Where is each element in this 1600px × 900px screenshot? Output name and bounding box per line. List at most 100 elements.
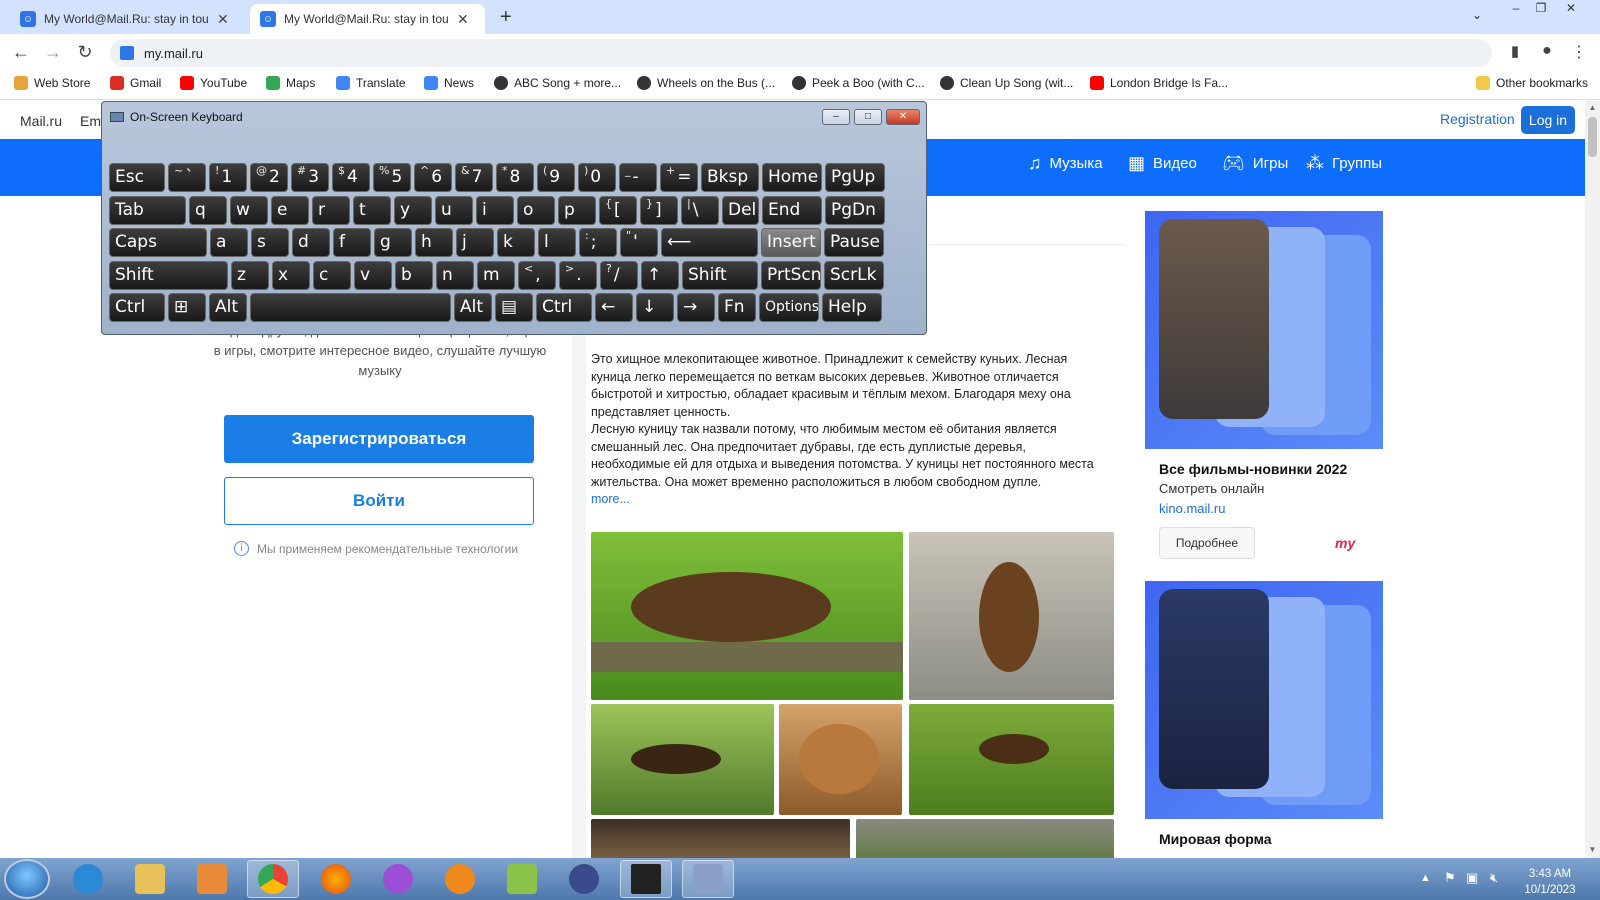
chart-app-icon[interactable] <box>496 860 548 898</box>
osk-key-ctrl[interactable]: Ctrl <box>536 293 592 322</box>
osk-key-f[interactable]: f <box>333 228 371 257</box>
infinity-app-icon[interactable] <box>558 860 610 898</box>
osk-key-x[interactable]: x <box>272 260 310 290</box>
ad-more-button[interactable]: Подробнее <box>1159 527 1255 559</box>
osk-key-5[interactable]: % 5 <box>373 163 411 192</box>
osk-taskbar-icon[interactable] <box>682 860 734 898</box>
marten-photo[interactable] <box>856 819 1114 858</box>
osk-key-n[interactable]: n <box>436 260 474 290</box>
nav-groups[interactable]: ⁂ Группы <box>1306 153 1382 174</box>
osk-key-end[interactable]: End <box>762 195 822 225</box>
osk-key-ctrl[interactable]: Ctrl <box>109 293 165 322</box>
osk-titlebar[interactable]: On-Screen Keyboard <box>110 110 243 124</box>
nav-music[interactable]: ♫ Музыка <box>1028 153 1103 174</box>
info-icon[interactable]: i <box>234 541 249 556</box>
marten-photo[interactable] <box>909 704 1114 815</box>
osk-key-a[interactable]: a <box>210 228 248 257</box>
osk-minimize-icon[interactable]: – <box>822 109 850 125</box>
restore-icon[interactable]: ❐ <box>1530 0 1552 18</box>
osk-key--[interactable]: }] <box>640 195 678 225</box>
file-explorer-icon[interactable] <box>124 860 176 898</box>
osk-key-options[interactable]: Options <box>759 293 819 322</box>
osk-key-pause[interactable]: Pause <box>824 228 884 257</box>
osk-key-q[interactable]: q <box>189 195 227 225</box>
close-tab-icon[interactable]: ✕ <box>217 11 229 28</box>
marten-photo[interactable] <box>909 532 1114 700</box>
masked-app-icon[interactable] <box>372 860 424 898</box>
firefox-icon[interactable] <box>310 860 362 898</box>
osk-key-alt[interactable]: Alt <box>209 293 247 322</box>
osk-key-w[interactable]: w <box>230 195 268 225</box>
osk-key--[interactable]: :; <box>579 228 617 257</box>
registration-link[interactable]: Registration <box>1440 111 1515 127</box>
ad-link[interactable]: kino.mail.ru <box>1159 501 1225 516</box>
login-button[interactable]: Log in <box>1521 106 1575 134</box>
chrome-icon[interactable] <box>247 860 299 898</box>
profile-avatar-icon[interactable]: ● <box>1536 42 1558 60</box>
osk-key-l[interactable]: l <box>538 228 576 257</box>
bookmark-clean-up[interactable]: Clean Up Song (wit... <box>940 76 1073 90</box>
bookmark-translate[interactable]: Translate <box>336 76 406 90</box>
nav-mailru[interactable]: Mail.ru <box>20 113 62 129</box>
chevron-down-icon[interactable]: ⌄ <box>1472 8 1482 22</box>
ad-title[interactable]: Все фильмы-новинки 2022 <box>1159 461 1347 477</box>
osk-key-r[interactable]: r <box>312 195 350 225</box>
osk-key-help[interactable]: Help <box>822 293 882 322</box>
osk-key-o[interactable]: o <box>517 195 555 225</box>
osk-key-u[interactable]: u <box>435 195 473 225</box>
osk-key--[interactable]: ↓ <box>636 293 674 322</box>
bookmark-london-bridge[interactable]: London Bridge Is Fa... <box>1090 76 1228 90</box>
browser-tab-active[interactable]: ☺ My World@Mail.Ru: stay in touch ✕ <box>250 4 485 34</box>
osk-key-caps[interactable]: Caps <box>109 228 207 257</box>
register-button[interactable]: Зарегистрироваться <box>224 415 534 463</box>
action-center-flag-icon[interactable]: ⚑ <box>1444 870 1456 886</box>
media-player-icon[interactable] <box>186 860 238 898</box>
bookmark-peek-a-boo[interactable]: Peek a Boo (with C... <box>792 76 925 90</box>
menu-kebab-icon[interactable]: ⋮ <box>1568 42 1590 62</box>
bookmark-gmail[interactable]: Gmail <box>110 76 161 90</box>
signin-button[interactable]: Войти <box>224 477 534 525</box>
osk-key-0[interactable]: ) 0 <box>578 163 616 192</box>
osk-key-alt[interactable]: Alt <box>454 293 492 322</box>
start-button-icon[interactable] <box>4 859 50 899</box>
osk-key--[interactable]: >. <box>559 260 597 290</box>
osk-key--[interactable]: ⟵ <box>661 228 758 257</box>
osk-key-fn[interactable]: Fn <box>718 293 756 322</box>
osk-key-h[interactable]: h <box>415 228 453 257</box>
osk-key-s[interactable]: s <box>251 228 289 257</box>
osk-key-esc[interactable]: Esc <box>109 163 165 192</box>
bookmark-youtube[interactable]: YouTube <box>180 76 247 90</box>
site-info-icon[interactable] <box>120 46 134 60</box>
bookmark-maps[interactable]: Maps <box>266 76 315 90</box>
osk-key-z[interactable]: z <box>231 260 269 290</box>
url-text[interactable]: my.mail.ru <box>144 46 203 61</box>
other-bookmarks[interactable]: Other bookmarks <box>1476 76 1588 90</box>
osk-key-m[interactable]: m <box>477 260 515 290</box>
bookmark-abc-song[interactable]: ABC Song + more... <box>494 76 621 90</box>
close-tab-icon[interactable]: ✕ <box>457 11 469 28</box>
volume-muted-icon[interactable]: 🔇︎ <box>1490 870 1498 886</box>
osk-key--[interactable]: ↑ <box>641 260 679 290</box>
side-panel-icon[interactable]: ▮ <box>1504 42 1526 60</box>
osk-key-shift[interactable]: Shift <box>682 260 758 290</box>
nav-games[interactable]: 🎮︎ Игры <box>1222 153 1288 174</box>
ad-card[interactable]: Все фильмы-новинки 2022 Смотреть онлайн … <box>1145 211 1383 563</box>
ad-card[interactable]: Мировая форма <box>1145 581 1383 858</box>
ad-image[interactable] <box>1145 211 1383 449</box>
osk-key-8[interactable]: * 8 <box>496 163 534 192</box>
osk-key-p[interactable]: p <box>558 195 596 225</box>
osk-key-2[interactable]: @2 <box>250 163 288 192</box>
osk-key-del[interactable]: Del <box>722 195 759 225</box>
network-icon[interactable]: ▣ <box>1466 870 1478 886</box>
osk-key-c[interactable]: c <box>313 260 351 290</box>
osk-key--[interactable]: | \ <box>681 195 719 225</box>
osk-key-scrlk[interactable]: ScrLk <box>824 260 884 290</box>
osk-key--[interactable]: {[ <box>599 195 637 225</box>
osk-key--[interactable]: → <box>677 293 715 322</box>
new-tab-icon[interactable]: + <box>500 6 512 29</box>
osk-key-6[interactable]: ^ 6 <box>414 163 452 192</box>
close-window-icon[interactable]: ✕ <box>1560 0 1582 18</box>
osk-key-prtscn[interactable]: PrtScn <box>761 260 821 290</box>
scroll-down-icon[interactable]: ▼ <box>1585 845 1600 854</box>
osk-key-y[interactable]: y <box>394 195 432 225</box>
